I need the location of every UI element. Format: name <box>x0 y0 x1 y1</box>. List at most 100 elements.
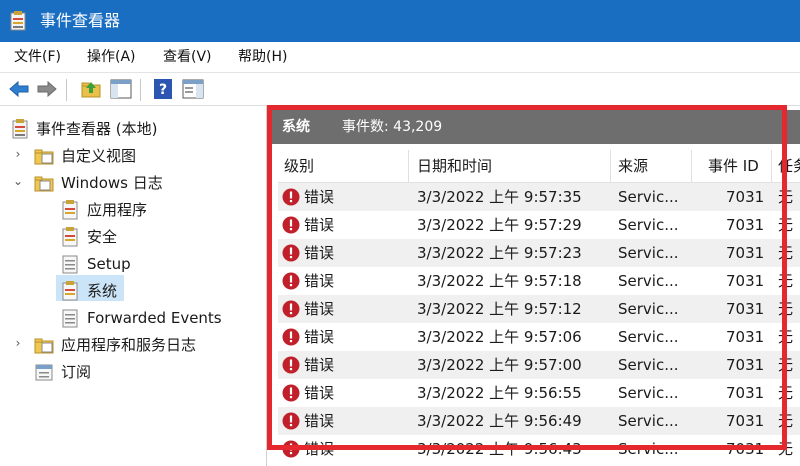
svg-text:?: ? <box>159 82 167 98</box>
back-arrow-icon[interactable] <box>8 79 30 99</box>
table-row[interactable]: 错误 3/3/2022 上午 9:56:49 Servic... 7031 无 <box>278 407 800 435</box>
cell-task: 无 <box>778 356 794 374</box>
error-icon <box>282 440 300 458</box>
cell-level: 错误 <box>304 216 335 234</box>
menu-file[interactable]: 文件(F) <box>14 47 61 67</box>
cell-task: 无 <box>778 412 794 430</box>
tree-item-label: Setup <box>87 255 131 273</box>
subscription-icon <box>35 364 53 381</box>
cell-source: Servic... <box>618 300 679 318</box>
chevron-down-icon[interactable]: ⌄ <box>11 174 25 188</box>
table-row[interactable]: 错误 3/3/2022 上午 9:57:35 Servic... 7031 无 <box>278 183 800 211</box>
column-divider[interactable] <box>691 150 692 182</box>
column-source[interactable]: 来源 <box>618 150 688 182</box>
error-icon <box>282 412 300 430</box>
cell-datetime: 3/3/2022 上午 9:57:06 <box>417 328 582 346</box>
tree-item-label: 安全 <box>87 228 118 246</box>
column-datetime[interactable]: 日期和时间 <box>417 150 607 182</box>
table-row[interactable]: 错误 3/3/2022 上午 9:57:29 Servic... 7031 无 <box>278 211 800 239</box>
cell-datetime: 3/3/2022 上午 9:57:35 <box>417 188 582 206</box>
menu-view[interactable]: 查看(V) <box>163 47 212 67</box>
table-row[interactable]: 错误 3/3/2022 上午 9:57:06 Servic... 7031 无 <box>278 323 800 351</box>
column-divider[interactable] <box>408 150 409 182</box>
column-level[interactable]: 级别 <box>284 150 402 182</box>
table-row[interactable]: 错误 3/3/2022 上午 9:57:00 Servic... 7031 无 <box>278 351 800 379</box>
cell-datetime: 3/3/2022 上午 9:57:18 <box>417 272 582 290</box>
action-pane-icon[interactable] <box>182 79 204 99</box>
folder-icon <box>34 149 54 165</box>
up-folder-icon[interactable] <box>80 79 102 99</box>
cell-level: 错误 <box>304 188 335 206</box>
table-row[interactable]: 错误 3/3/2022 上午 9:57:18 Servic... 7031 无 <box>278 267 800 295</box>
tree-item-custom-views[interactable]: › 自定义视图 <box>0 143 266 169</box>
cell-level: 错误 <box>304 440 335 458</box>
cell-datetime: 3/3/2022 上午 9:56:49 <box>417 412 582 430</box>
tree-item-system[interactable]: 系统 <box>0 278 266 304</box>
error-icon <box>282 244 300 262</box>
cell-level: 错误 <box>304 244 335 262</box>
chevron-right-icon[interactable]: › <box>11 336 25 350</box>
cell-task: 无 <box>778 188 794 206</box>
column-event-id[interactable]: 事件 ID <box>708 150 778 182</box>
cell-task: 无 <box>778 244 794 262</box>
event-grid: 级别 日期和时间 来源 事件 ID 任务 错误 3/3/2022 上午 9:57:… <box>278 150 800 466</box>
tree-item-subscriptions[interactable]: 订阅 <box>0 359 266 385</box>
cell-event-id: 7031 <box>726 272 765 290</box>
column-divider[interactable] <box>610 150 611 182</box>
cell-source: Servic... <box>618 244 679 262</box>
event-list-pane: 系统 事件数: 43,209 级别 日期和时间 来源 事件 ID 任务 错误 3/… <box>270 106 800 466</box>
tree-item-setup[interactable]: Setup <box>0 251 266 277</box>
cell-source: Servic... <box>618 356 679 374</box>
help-icon[interactable]: ? <box>152 79 174 99</box>
tree-item-app-service-logs[interactable]: › 应用程序和服务日志 <box>0 332 266 358</box>
log-icon <box>62 200 78 220</box>
cell-level: 错误 <box>304 356 335 374</box>
tree-item-application[interactable]: 应用程序 <box>0 197 266 223</box>
cell-level: 错误 <box>304 328 335 346</box>
table-row[interactable]: 错误 3/3/2022 上午 9:57:12 Servic... 7031 无 <box>278 295 800 323</box>
error-icon <box>282 300 300 318</box>
table-row[interactable]: 错误 3/3/2022 上午 9:56:43 Servic... 7031 无 <box>278 435 800 463</box>
menu-action[interactable]: 操作(A) <box>87 47 136 67</box>
tree-item-security[interactable]: 安全 <box>0 224 266 250</box>
toolbar-separator <box>140 79 141 101</box>
chevron-right-icon[interactable]: › <box>11 147 25 161</box>
title-bar[interactable]: 事件查看器 <box>0 0 800 42</box>
cell-datetime: 3/3/2022 上午 9:56:43 <box>417 440 582 458</box>
error-icon <box>282 272 300 290</box>
tree-item-label: 系统 <box>87 282 118 300</box>
cell-datetime: 3/3/2022 上午 9:57:23 <box>417 244 582 262</box>
cell-task: 无 <box>778 328 794 346</box>
cell-datetime: 3/3/2022 上午 9:57:00 <box>417 356 582 374</box>
tree-item-label: 应用程序 <box>87 201 148 219</box>
column-header-row: 级别 日期和时间 来源 事件 ID 任务 <box>278 150 800 183</box>
log-icon <box>62 227 78 247</box>
cell-level: 错误 <box>304 300 335 318</box>
tree-item-label: 自定义视图 <box>61 147 137 165</box>
tree-item-windows-logs[interactable]: ⌄ Windows 日志 <box>0 170 266 196</box>
cell-source: Servic... <box>618 188 679 206</box>
forward-arrow-icon[interactable] <box>36 79 58 99</box>
cell-source: Servic... <box>618 272 679 290</box>
console-tree-icon[interactable] <box>110 79 132 99</box>
log-icon <box>62 281 78 301</box>
table-row[interactable]: 错误 3/3/2022 上午 9:56:55 Servic... 7031 无 <box>278 379 800 407</box>
folder-icon <box>34 338 54 354</box>
tree-item-forwarded-events[interactable]: Forwarded Events <box>0 305 266 331</box>
column-divider[interactable] <box>771 150 772 182</box>
tree-item-label: 事件查看器 (本地) <box>36 120 158 138</box>
cell-level: 错误 <box>304 412 335 430</box>
cell-event-id: 7031 <box>726 412 765 430</box>
cell-datetime: 3/3/2022 上午 9:57:29 <box>417 216 582 234</box>
column-task[interactable]: 任务 <box>778 150 800 182</box>
tree-item-label: 订阅 <box>61 363 92 381</box>
pane-header: 系统 事件数: 43,209 <box>270 110 800 144</box>
table-row[interactable]: 错误 3/3/2022 上午 9:57:23 Servic... 7031 无 <box>278 239 800 267</box>
error-icon <box>282 384 300 402</box>
event-viewer-app-icon <box>10 11 26 31</box>
cell-datetime: 3/3/2022 上午 9:56:55 <box>417 384 582 402</box>
menu-help[interactable]: 帮助(H) <box>238 47 287 67</box>
cell-event-id: 7031 <box>726 244 765 262</box>
tree-item-label: 应用程序和服务日志 <box>61 336 197 354</box>
tree-item-root[interactable]: 事件查看器 (本地) <box>0 116 266 142</box>
